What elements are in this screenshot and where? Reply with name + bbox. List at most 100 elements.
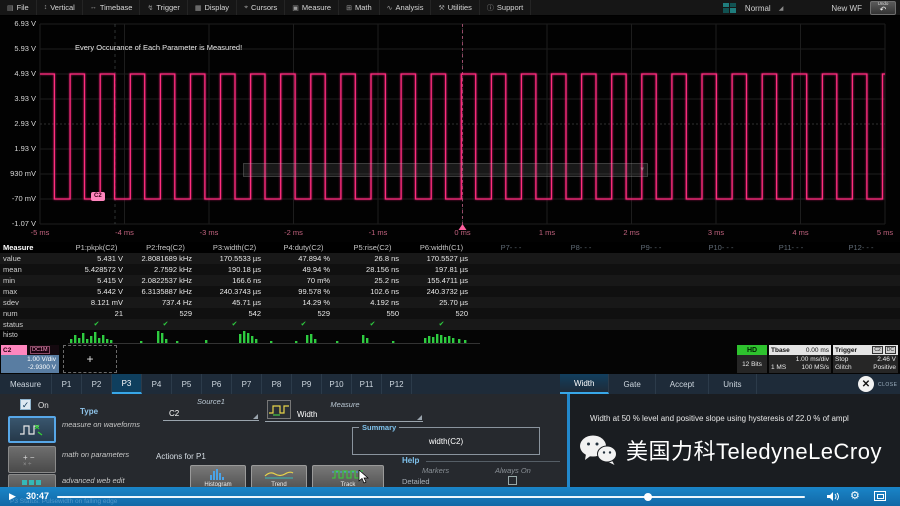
volume-icon[interactable] (826, 491, 840, 502)
c2-coupling-badge: DC1M (30, 346, 50, 354)
menu-analysis[interactable]: ∿Analysis (380, 0, 432, 15)
table-cell (476, 319, 546, 330)
c2-channel-descriptor[interactable]: C2 DC1M 1.00 V/div -2.9300 V (1, 345, 59, 373)
always-on-checkbox[interactable] (508, 476, 517, 485)
settings-gear-icon[interactable]: ⚙ (850, 489, 860, 502)
timebase-scale: 1.00 ms/div (771, 356, 829, 364)
display-icon: ▦ (195, 4, 202, 12)
tab-p12[interactable]: P12 (382, 374, 412, 394)
tab-p2[interactable]: P2 (82, 374, 112, 394)
y-tick: 4.93 V (2, 69, 36, 78)
type-math-on-parameters-button[interactable]: + − × ÷ (8, 446, 56, 473)
x-tick: 4 ms (786, 228, 816, 237)
menu-math[interactable]: ⊞Math (339, 0, 380, 15)
summary-group: Summary width(C2) (352, 427, 540, 455)
tab-p11[interactable]: P11 (352, 374, 382, 394)
table-cell: 166.6 ns (200, 275, 269, 286)
table-cell: max (0, 286, 62, 297)
dialog-tab-gate[interactable]: Gate (609, 374, 655, 394)
table-cell: Measure (0, 242, 62, 253)
menu-support[interactable]: ⓘSupport (480, 0, 531, 15)
menu-cursors[interactable]: ⌖Cursors (237, 0, 285, 15)
tab-p1[interactable]: P1 (52, 374, 82, 394)
dialog-tab-bar: WidthGateAcceptUnits (560, 374, 757, 394)
menu-display[interactable]: ▦Display (188, 0, 237, 15)
undo-arrow-icon: ↶ (880, 6, 887, 14)
fullscreen-icon[interactable] (874, 491, 886, 501)
table-row: mean5.428572 V2.7592 kHz190.18 µs49.94 %… (0, 264, 900, 275)
add-trace-button[interactable]: + (63, 345, 117, 373)
trigger-coupling-badge: DC (885, 346, 896, 354)
table-cell: 197.81 µs (407, 264, 476, 275)
display-mode-select[interactable]: Normal (745, 4, 771, 13)
summary-label: Summary (359, 423, 399, 432)
watermark: 美国力科TeledyneLeCroy (578, 434, 882, 466)
dialog-tab-width[interactable]: Width (560, 374, 609, 394)
table-cell (756, 275, 826, 286)
menu-utilities[interactable]: ⚒Utilities (431, 0, 479, 15)
display-layout-icon[interactable] (723, 3, 737, 14)
on-checkbox[interactable]: ✓ (20, 399, 31, 410)
type-measure-on-waveforms-button[interactable] (8, 416, 56, 443)
table-cell: 170.5533 µs (200, 253, 269, 264)
detailed-label: Detailed (402, 477, 430, 486)
table-cell: value (0, 253, 62, 264)
progress-handle[interactable] (644, 493, 652, 501)
dialog-tab-units[interactable]: Units (709, 374, 756, 394)
timebase-descriptor[interactable]: Tbase 0.00 ms 1.00 ms/div 1 MS 100 MS/s (769, 345, 831, 373)
table-cell (616, 319, 686, 330)
tab-p6[interactable]: P6 (202, 374, 232, 394)
trigger-descriptor[interactable]: Trigger C2 DC Stop 2.46 V Glitch Positiv… (833, 345, 898, 373)
dialog-tab-accept[interactable]: Accept (656, 374, 709, 394)
undo-button[interactable]: Undo ↶ (870, 1, 896, 15)
dropdown-corner-icon (253, 414, 258, 419)
source1-select[interactable]: C2 (163, 406, 259, 421)
table-cell: min (0, 275, 62, 286)
table-cell: 14.29 % (269, 297, 338, 308)
trigger-name: Trigger (835, 347, 870, 354)
trigger-slope: Positive (873, 364, 896, 372)
waveform-display[interactable]: Every Occurance of Each Parameter is Mea… (0, 16, 900, 242)
tab-p9[interactable]: P9 (292, 374, 322, 394)
menu-file[interactable]: ▤File (0, 0, 37, 15)
status-message: P3 Status: Pulsewidth on falling edge (10, 498, 117, 505)
tab-p7[interactable]: P7 (232, 374, 262, 394)
histicon-strip: histo (0, 330, 900, 345)
tab-p10[interactable]: P10 (322, 374, 352, 394)
tab-measure[interactable]: Measure (0, 374, 52, 394)
close-icon[interactable]: ✕ (858, 376, 874, 392)
table-cell (476, 297, 546, 308)
tab-p5[interactable]: P5 (172, 374, 202, 394)
table-cell: 529 (269, 308, 338, 319)
hd-name: HD (737, 345, 767, 355)
table-cell: sdev (0, 297, 62, 308)
tab-p3[interactable]: P3 (112, 374, 142, 394)
table-cell: 8.121 mV (62, 297, 131, 308)
menu-measure[interactable]: ▣Measure (285, 0, 339, 15)
tab-p8[interactable]: P8 (262, 374, 292, 394)
menu-timebase[interactable]: ↔Timebase (83, 0, 141, 15)
table-row: max5.442 V6.3135887 kHz240.3743 µs99.578… (0, 286, 900, 297)
table-cell: ✔ (407, 319, 476, 330)
always-on-label: Always On (495, 466, 531, 475)
table-cell (546, 297, 616, 308)
table-cell (546, 286, 616, 297)
measure-select[interactable]: Width (265, 399, 423, 422)
table-cell (686, 308, 756, 319)
table-cell: P6:width(C1) (407, 242, 476, 253)
table-cell (756, 308, 826, 319)
menu-trigger[interactable]: ↯Trigger (140, 0, 187, 15)
progress-bar[interactable] (57, 496, 805, 498)
tab-p4[interactable]: P4 (142, 374, 172, 394)
table-cell: 737.4 Hz (131, 297, 200, 308)
table-cell: P3:width(C2) (200, 242, 269, 253)
table-cell: P10- - - (686, 242, 756, 253)
table-cell: 5.415 V (62, 275, 131, 286)
trigger-icon: ↯ (147, 4, 153, 12)
new-wf-label[interactable]: New WF (831, 4, 862, 13)
source1-label: Source1 (163, 397, 259, 406)
menu-vertical[interactable]: ↕Vertical (37, 0, 83, 15)
table-cell: 28.156 ns (338, 264, 407, 275)
table-row: num21529542529550520 (0, 308, 900, 319)
hd-descriptor[interactable]: HD 12 Bits (737, 345, 767, 373)
